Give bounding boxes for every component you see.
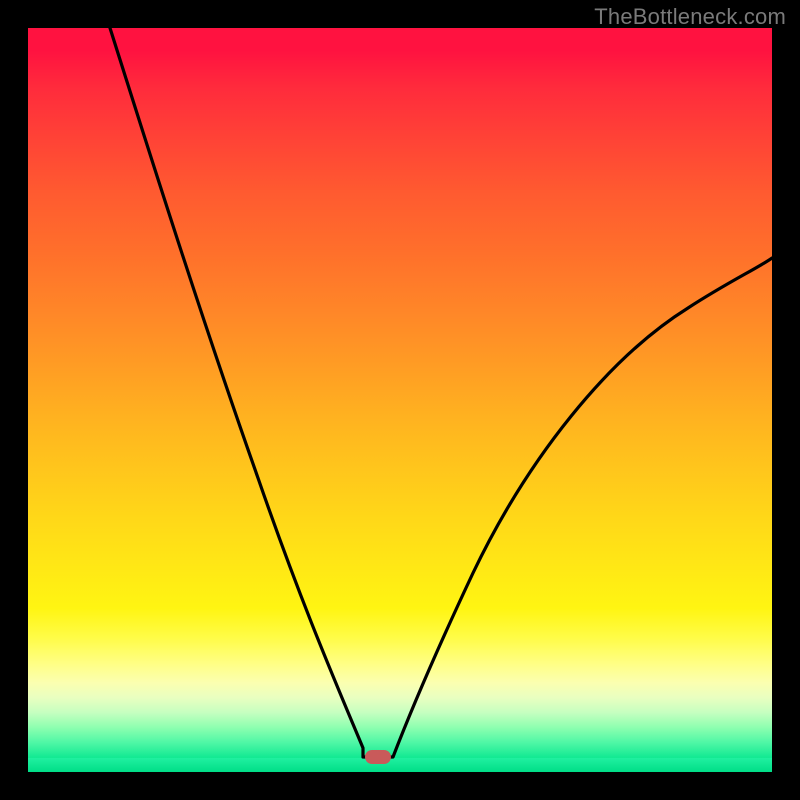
curve-layer <box>28 28 772 772</box>
plot-area <box>28 28 772 772</box>
watermark-text: TheBottleneck.com <box>594 4 786 30</box>
chart-frame: TheBottleneck.com <box>0 0 800 800</box>
bottleneck-curve <box>110 28 772 757</box>
minimum-marker <box>365 750 391 764</box>
